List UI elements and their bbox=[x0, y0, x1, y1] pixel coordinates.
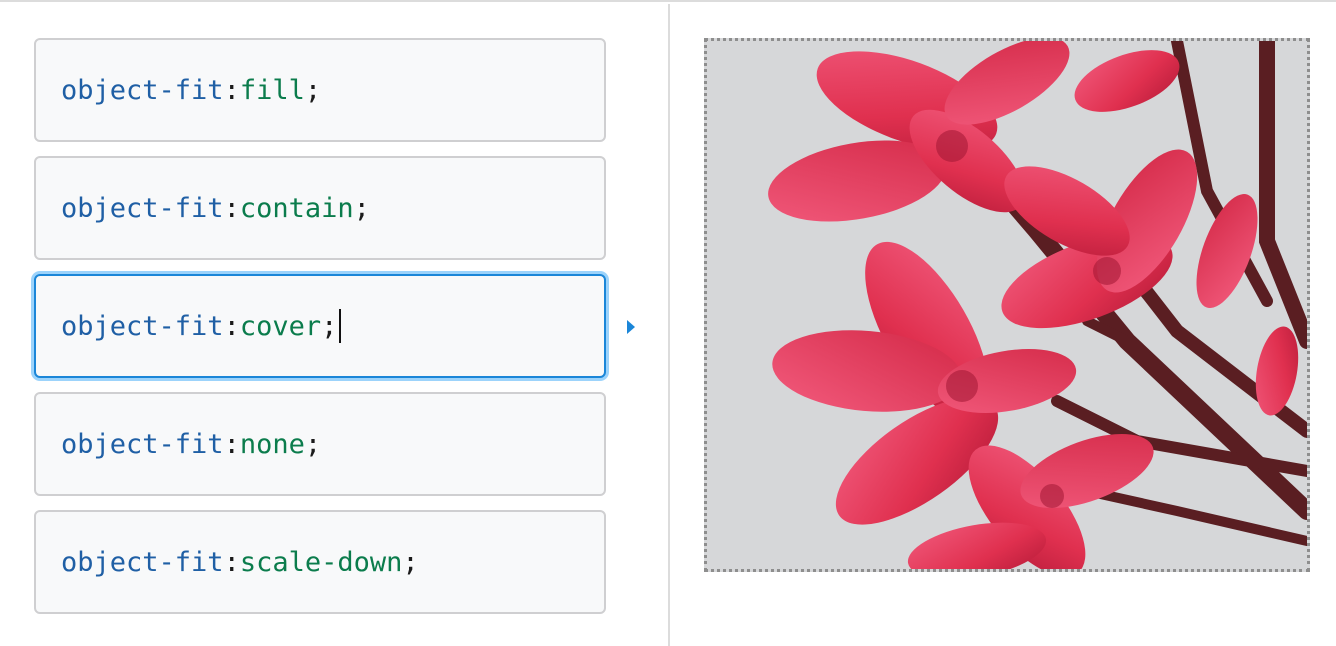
property-value: contain bbox=[239, 192, 354, 224]
choice-object-fit-fill[interactable]: object-fit: fill; bbox=[34, 38, 606, 142]
semicolon: ; bbox=[304, 428, 322, 460]
property-name: object-fit bbox=[61, 546, 224, 578]
choice-object-fit-contain[interactable]: object-fit: contain; bbox=[34, 156, 606, 260]
property-name: object-fit bbox=[61, 310, 224, 342]
semicolon: ; bbox=[402, 546, 419, 578]
text-caret bbox=[339, 309, 342, 343]
pink-frangipani-flowers-image bbox=[707, 41, 1307, 569]
colon: : bbox=[223, 546, 240, 578]
selected-indicator-arrow-icon bbox=[627, 320, 635, 334]
colon: : bbox=[223, 192, 240, 224]
colon: : bbox=[223, 428, 240, 460]
choice-object-fit-cover[interactable]: object-fit: cover; bbox=[34, 274, 606, 378]
colon: : bbox=[223, 310, 240, 342]
property-value: scale-down bbox=[239, 546, 403, 578]
property-value: none bbox=[239, 428, 305, 460]
choices-pane: object-fit: fill; object-fit: contain; o… bbox=[0, 4, 670, 646]
property-value: cover bbox=[239, 310, 322, 342]
semicolon: ; bbox=[304, 74, 322, 106]
choice-object-fit-scale-down[interactable]: object-fit: scale-down; bbox=[34, 510, 606, 614]
output-image-frame bbox=[704, 38, 1310, 572]
property-value: fill bbox=[239, 74, 305, 106]
property-name: object-fit bbox=[61, 74, 224, 106]
colon: : bbox=[223, 74, 240, 106]
property-name: object-fit bbox=[61, 192, 224, 224]
choice-object-fit-none[interactable]: object-fit: none; bbox=[34, 392, 606, 496]
property-name: object-fit bbox=[61, 428, 224, 460]
semicolon: ; bbox=[321, 310, 338, 342]
semicolon: ; bbox=[353, 192, 370, 224]
example-frame: object-fit: fill; object-fit: contain; o… bbox=[0, 0, 1336, 646]
